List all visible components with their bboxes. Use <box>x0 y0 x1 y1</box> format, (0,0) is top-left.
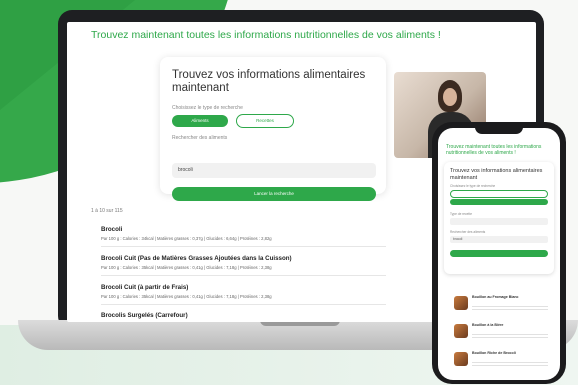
search-input-label: Rechercher des aliments <box>172 135 228 141</box>
phone-search-input-value: brocoli <box>453 237 463 241</box>
phone-headline: Trouvez maintenant toutes les informatio… <box>446 144 542 156</box>
phone-search-input[interactable]: brocoli <box>450 236 548 243</box>
result-divider <box>101 275 386 276</box>
result-divider <box>101 304 386 305</box>
search-title: Trouvez vos informations alimentaires ma… <box>172 69 366 94</box>
phone-item-meta <box>472 304 548 312</box>
phone-list-item[interactable]: Bouillon au Fromage Blanc <box>454 294 554 320</box>
search-type-label: Choisissez le type de recherche <box>172 105 243 111</box>
phone-mode-aliments-button[interactable] <box>450 190 548 198</box>
mode-recettes-button[interactable]: Recettes <box>236 114 294 128</box>
search-submit-button[interactable]: Lancer la recherche <box>172 187 376 201</box>
result-meta: Par 100 g : Calories : 35kcal | Matières… <box>101 265 272 270</box>
phone-item-meta <box>472 332 548 340</box>
result-meta: Par 100 g : Calories : 34kcal | Matières… <box>101 236 272 241</box>
photo-person-face <box>443 88 457 106</box>
phone-notch <box>475 125 523 134</box>
phone-list-item[interactable]: Bouillon à la Bière <box>454 322 554 348</box>
phone-item-thumbnail <box>454 296 468 310</box>
result-name: Brocoli Cuit (Pas de Matières Grasses Aj… <box>101 255 292 262</box>
page-headline: Trouvez maintenant toutes les informatio… <box>91 29 441 41</box>
result-name: Brocoli <box>101 226 123 233</box>
phone-item-name: Bouillon Riche de Brocoli <box>472 351 516 355</box>
result-divider <box>101 246 386 247</box>
phone-search-submit-button[interactable] <box>450 250 548 257</box>
phone-item-thumbnail <box>454 324 468 338</box>
results-count: 1 à 10 sur 115 <box>91 208 123 214</box>
result-item[interactable]: Brocoli Par 100 g : Calories : 34kcal | … <box>101 226 386 241</box>
phone-item-name: Bouillon au Fromage Blanc <box>472 295 519 299</box>
result-name: Brocolis Surgelés (Carrefour) <box>101 312 188 319</box>
result-item[interactable]: Brocolis Surgelés (Carrefour) <box>101 312 386 319</box>
phone-item-thumbnail <box>454 352 468 366</box>
search-card: Trouvez vos informations alimentaires ma… <box>160 57 386 201</box>
result-item[interactable]: Brocoli Cuit (Pas de Matières Grasses Aj… <box>101 255 386 270</box>
result-item[interactable]: Brocoli Cuit (à partir de Frais) Par 100… <box>101 284 386 299</box>
phone-screen: Trouvez maintenant toutes les informatio… <box>438 128 560 380</box>
phone-item-meta <box>472 360 548 368</box>
phone-type-select[interactable] <box>450 218 548 225</box>
phone-list-item[interactable]: Bouillon Riche de Brocoli <box>454 350 554 376</box>
phone-search-title: Trouvez vos informations alimentaires ma… <box>450 168 543 181</box>
result-meta: Par 100 g : Calories : 35kcal | Matières… <box>101 294 272 299</box>
mode-aliments-button[interactable]: Aliments <box>172 115 228 127</box>
result-name: Brocoli Cuit (à partir de Frais) <box>101 284 189 291</box>
phone-search-type-label: Choisissez le type de recherche <box>450 184 496 188</box>
phone-type-label: Type de recette <box>450 212 472 216</box>
phone-input-label: Rechercher des aliments <box>450 230 486 234</box>
search-input[interactable]: brocoli <box>172 163 376 178</box>
phone-item-name: Bouillon à la Bière <box>472 323 504 327</box>
phone-search-card: Trouvez vos informations alimentaires ma… <box>444 162 554 274</box>
phone-mode-recettes-button[interactable] <box>450 199 548 205</box>
